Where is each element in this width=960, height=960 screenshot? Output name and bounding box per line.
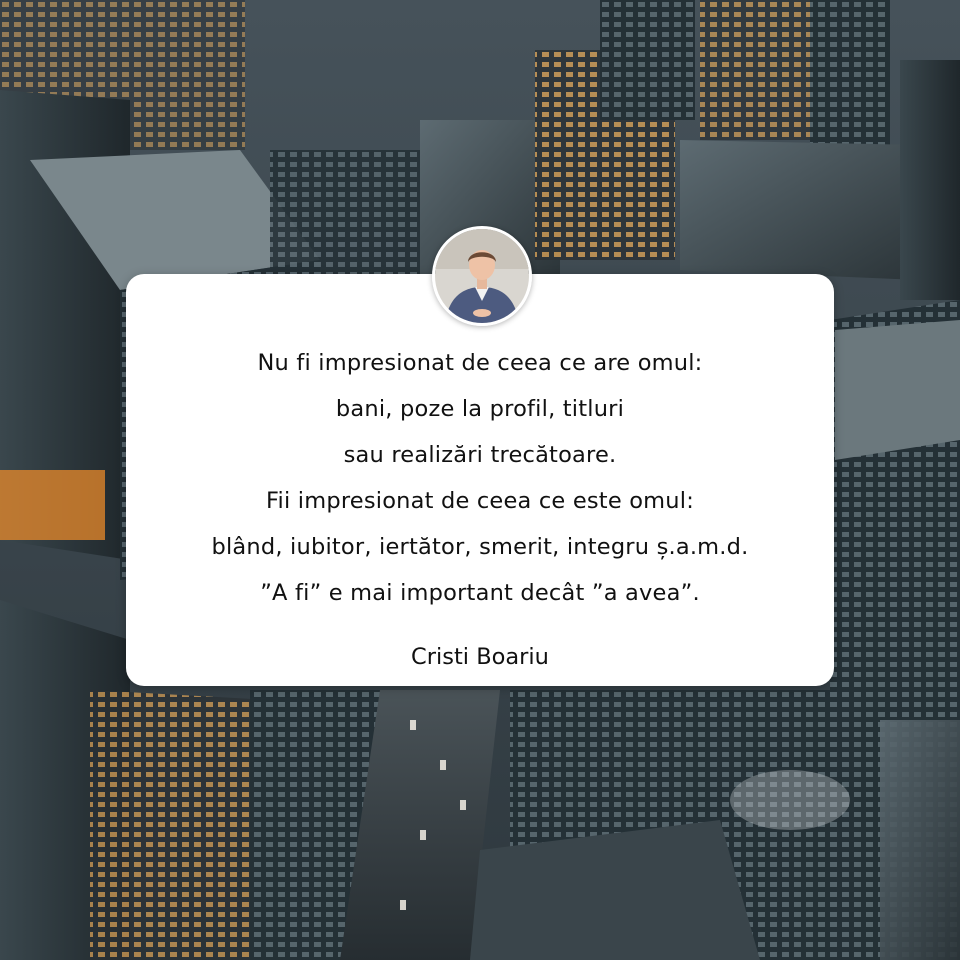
- quote-line: sau realizări trecătoare.: [343, 442, 617, 468]
- quote-line: Fii impresionat de ceea ce este omul:: [266, 488, 694, 514]
- author-avatar: [432, 226, 532, 326]
- quote-line: bani, poze la profil, titluri: [335, 396, 625, 422]
- quote-line: blând, iubitor, iertător, smerit, integr…: [211, 534, 749, 560]
- quote-text: Nu fi impresionat de ceea ce are omul: b…: [126, 340, 834, 616]
- quote-line: ”A fi” e mai important decât ”a avea”.: [260, 580, 700, 606]
- quote-line: Nu fi impresionat de ceea ce are omul:: [257, 350, 703, 376]
- quote-author: Cristi Boariu: [411, 644, 549, 670]
- quote-card: Nu fi impresionat de ceea ce are omul: b…: [126, 274, 834, 686]
